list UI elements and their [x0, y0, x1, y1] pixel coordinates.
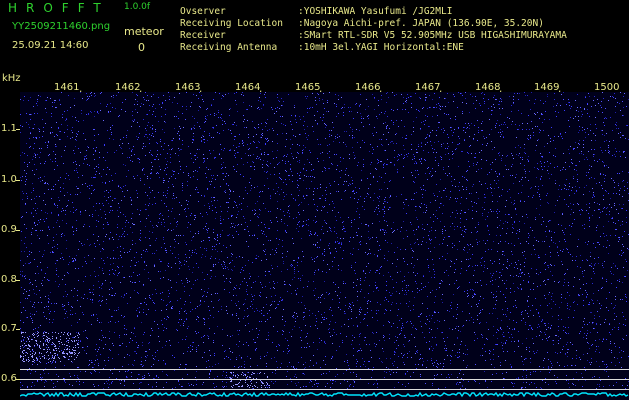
- freq-tick-label: 0.7: [1, 323, 17, 334]
- freq-tick-label: 0.9: [1, 224, 17, 235]
- capture-datetime: 25.09.21 14:60: [12, 40, 89, 51]
- info-key: Ovserver: [180, 6, 226, 17]
- info-row-receiver: Receiver :SMart RTL-SDR V5 52.905MHz USB …: [180, 30, 567, 42]
- waterfall-canvas: [20, 92, 629, 400]
- frequency-unit-label: kHz: [2, 73, 21, 84]
- freq-tick-label: 1.1: [1, 123, 17, 134]
- info-value: :SMart RTL-SDR V5 52.905MHz USB HIGASHIM…: [298, 30, 567, 41]
- info-key: Receiver: [180, 30, 226, 41]
- info-key: Receiving Location: [180, 18, 283, 29]
- meteor-label: meteor: [124, 25, 164, 38]
- info-key: Receiving Antenna: [180, 42, 278, 53]
- freq-tick-label: 0.6: [1, 373, 17, 384]
- waterfall-background: [20, 92, 629, 400]
- freq-tick-label: 0.8: [1, 274, 17, 285]
- info-value: :10mH 3el.YAGI Horizontal:ENE: [298, 42, 464, 53]
- info-value: :YOSHIKAWA Yasufumi /JG2MLI: [298, 6, 453, 17]
- info-row-antenna: Receiving Antenna :10mH 3el.YAGI Horizont…: [180, 42, 567, 54]
- station-info: Ovserver :YOSHIKAWA Yasufumi /JG2MLI Rece…: [180, 6, 567, 54]
- app-version: 1.0.0f: [124, 2, 151, 12]
- reference-line: [20, 369, 629, 370]
- freq-tick-label: 1.0: [1, 174, 17, 185]
- reference-line: [20, 389, 629, 390]
- app-title: HROFFT: [8, 1, 110, 15]
- waterfall-spectrogram: [20, 92, 629, 400]
- reference-line: [20, 379, 629, 380]
- image-filename: YY2509211460.png: [12, 21, 111, 32]
- hrofft-window: HROFFT 1.0.0f YY2509211460.png meteor 0 …: [0, 0, 629, 400]
- info-row-observer: Ovserver :YOSHIKAWA Yasufumi /JG2MLI: [180, 6, 567, 18]
- info-value: :Nagoya Aichi-pref. JAPAN (136.90E, 35.2…: [298, 18, 544, 29]
- meteor-count: 0: [138, 41, 145, 54]
- info-row-location: Receiving Location :Nagoya Aichi-pref. JA…: [180, 18, 567, 30]
